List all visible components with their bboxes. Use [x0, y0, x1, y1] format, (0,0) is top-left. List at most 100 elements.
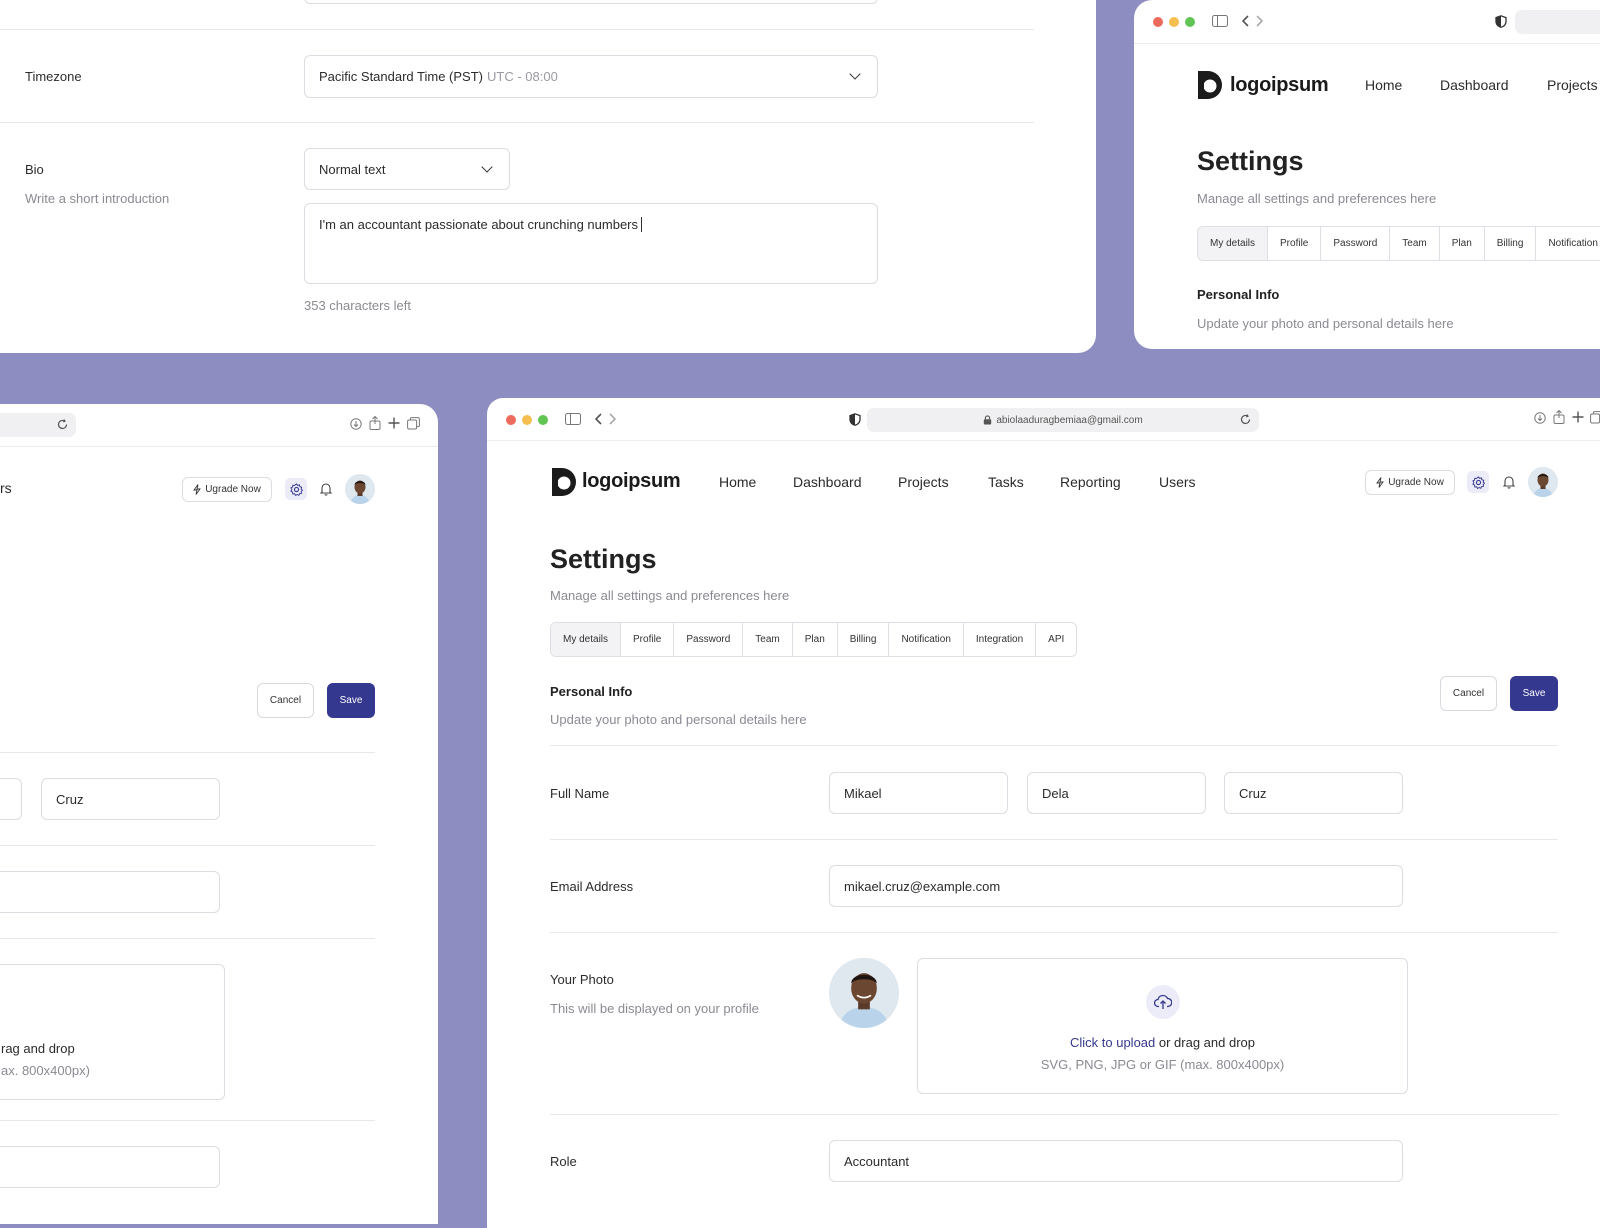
bio-textarea[interactable]: I'm an accountant passionate about crunc… [304, 203, 878, 284]
nav-home[interactable]: Home [719, 474, 756, 490]
share-icon[interactable] [369, 416, 381, 430]
minimize-window-dot[interactable] [522, 415, 532, 425]
tab-plan[interactable]: Plan [793, 623, 838, 656]
address-bar[interactable]: abiolaaduragbemiaa@gmail.com [867, 408, 1259, 432]
click-to-upload-link[interactable]: Click to upload [1070, 1035, 1155, 1050]
profile-photo-image [829, 958, 899, 1028]
minimize-window-dot[interactable] [1169, 17, 1179, 27]
upload-hint-fragment: ax. 800x400px) [1, 1063, 90, 1078]
role-input[interactable]: Accountant [829, 1140, 1403, 1182]
section-title: Personal Info [1197, 287, 1280, 302]
tab-notification[interactable]: Notification [1536, 227, 1600, 260]
address-text: abiolaaduragbemiaa@gmail.com [996, 414, 1143, 426]
address-bar[interactable] [0, 413, 76, 437]
previous-field[interactable] [304, 0, 878, 4]
tab-my-details[interactable]: My details [551, 623, 622, 656]
tabs-icon[interactable] [407, 417, 420, 430]
download-icon[interactable] [1534, 412, 1546, 424]
role-input[interactable] [0, 1146, 220, 1188]
timezone-value: Pacific Standard Time (PST) [319, 69, 483, 84]
nav-home[interactable]: Home [1365, 77, 1402, 93]
forward-icon[interactable] [608, 413, 616, 425]
upload-dropzone[interactable]: rag and drop ax. 800x400px) [0, 964, 225, 1100]
tab-team[interactable]: Team [1390, 227, 1440, 260]
photo-label: Your Photo [550, 972, 614, 987]
tab-api[interactable]: API [1036, 623, 1076, 656]
section-title: Personal Info [550, 684, 633, 699]
plus-icon[interactable] [1572, 411, 1584, 423]
divider [550, 932, 1558, 933]
bio-settings-panel: Timezone Pacific Standard Time (PST) UTC… [0, 0, 1096, 353]
tabs-icon[interactable] [1590, 411, 1600, 424]
email-input[interactable] [0, 871, 220, 913]
nav-dashboard[interactable]: Dashboard [1440, 77, 1509, 93]
tab-plan[interactable]: Plan [1440, 227, 1485, 260]
forward-icon[interactable] [1255, 15, 1263, 27]
cancel-button[interactable]: Cancel [1440, 676, 1497, 711]
save-button[interactable]: Save [1510, 676, 1558, 711]
close-window-dot[interactable] [506, 415, 516, 425]
divider [0, 29, 1034, 30]
reload-icon[interactable] [1240, 414, 1251, 425]
tab-password[interactable]: Password [1321, 227, 1391, 260]
text-format-select[interactable]: Normal text [304, 148, 510, 190]
reload-icon[interactable] [57, 419, 68, 430]
maximize-window-dot[interactable] [1185, 17, 1195, 27]
nav-fragment[interactable]: rs [0, 480, 12, 496]
upgrade-button[interactable]: Ugrade Now [1365, 470, 1455, 495]
page-title: Settings [550, 544, 657, 574]
first-name-input[interactable]: Mikael [829, 772, 1008, 814]
sidebar-icon[interactable] [1212, 15, 1228, 27]
bell-icon[interactable] [320, 482, 332, 496]
avatar[interactable] [1528, 467, 1558, 497]
sidebar-icon[interactable] [565, 413, 581, 425]
plus-icon[interactable] [388, 417, 400, 429]
email-input[interactable]: mikael.cruz@example.com [829, 865, 1403, 907]
toolbar-divider [487, 440, 1600, 441]
timezone-select[interactable]: Pacific Standard Time (PST) UTC - 08:00 [304, 55, 878, 98]
middle-name-input[interactable]: Dela [1027, 772, 1206, 814]
tab-billing[interactable]: Billing [1485, 227, 1537, 260]
tab-profile[interactable]: Profile [621, 623, 675, 656]
nav-dashboard[interactable]: Dashboard [793, 474, 862, 490]
upload-hint: SVG, PNG, JPG or GIF (max. 800x400px) [1040, 1057, 1285, 1072]
divider [0, 938, 375, 939]
tab-team[interactable]: Team [743, 623, 793, 656]
settings-button[interactable] [285, 478, 307, 500]
bio-label: Bio [25, 162, 44, 177]
tab-password[interactable]: Password [674, 623, 744, 656]
nav-projects[interactable]: Projects [1547, 77, 1598, 93]
settings-tabs: My details Profile Password Team Plan Bi… [1197, 226, 1600, 261]
avatar[interactable] [345, 474, 375, 504]
bell-icon[interactable] [1503, 475, 1515, 489]
upgrade-button[interactable]: Ugrade Now [182, 477, 272, 502]
tab-my-details[interactable]: My details [1198, 227, 1269, 260]
back-icon[interactable] [595, 413, 603, 425]
tab-integration[interactable]: Integration [964, 623, 1037, 656]
nav-users[interactable]: Users [1159, 474, 1196, 490]
back-icon[interactable] [1242, 15, 1250, 27]
upgrade-label: Ugrade Now [205, 484, 261, 495]
download-icon[interactable] [350, 418, 362, 430]
maximize-window-dot[interactable] [538, 415, 548, 425]
share-icon[interactable] [1553, 410, 1565, 424]
nav-tasks[interactable]: Tasks [988, 474, 1024, 490]
nav-reporting[interactable]: Reporting [1060, 474, 1121, 490]
upload-dropzone[interactable]: Click to upload or drag and drop SVG, PN… [917, 958, 1408, 1094]
tab-notification[interactable]: Notification [889, 623, 964, 656]
cancel-button[interactable]: Cancel [257, 683, 314, 718]
nav-projects[interactable]: Projects [898, 474, 949, 490]
bio-subtitle: Write a short introduction [25, 191, 170, 206]
chevron-down-icon [481, 161, 493, 173]
middle-name-input[interactable] [0, 778, 22, 820]
last-name-input[interactable]: Cruz [1224, 772, 1403, 814]
divider [0, 752, 375, 753]
tab-billing[interactable]: Billing [838, 623, 890, 656]
tab-profile[interactable]: Profile [1268, 227, 1322, 260]
close-window-dot[interactable] [1153, 17, 1163, 27]
save-button[interactable]: Save [327, 683, 375, 718]
last-name-input[interactable]: Cruz [41, 778, 220, 820]
logo-icon [552, 468, 576, 496]
address-bar[interactable] [1515, 10, 1600, 34]
settings-button[interactable] [1467, 471, 1489, 493]
